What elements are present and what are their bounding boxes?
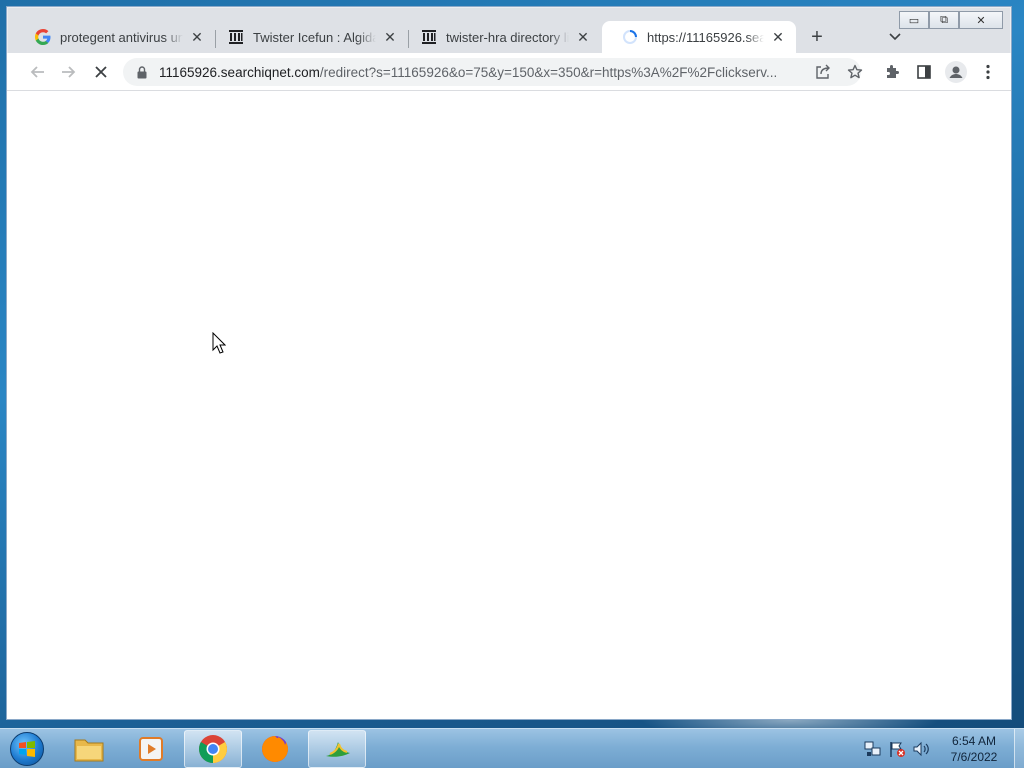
close-tab-icon[interactable]: ✕ [382,29,398,45]
folder-icon [74,739,104,762]
clock-time: 6:54 AM [951,734,997,748]
more-menu-icon[interactable] [976,60,1000,84]
museum-icon [228,29,244,45]
tab-twister-hra[interactable]: twister-hra directory list ✕ [401,21,601,53]
museum-icon [421,29,437,45]
google-icon [35,29,51,45]
side-panel-icon[interactable] [912,60,936,84]
tab-title: Twister Icefun : Algida : [253,29,376,45]
windows-logo-icon [10,732,44,766]
bookmark-star-icon[interactable] [843,60,867,84]
show-desktop-button[interactable] [1014,729,1024,768]
url-path: /redirect?s=11165926&o=75&y=150&x=350&r=… [319,64,778,80]
url-text: 11165926.searchiqnet.com/redirect?s=1116… [159,65,809,80]
share-icon[interactable] [811,60,835,84]
tab-twister-icefun[interactable]: Twister Icefun : Algida : ✕ [208,21,408,53]
tab-strip: protegent antivirus unis ✕ Twister Icefu… [7,19,1011,53]
tab-protegent[interactable]: protegent antivirus unis ✕ [15,21,215,53]
forward-arrow-icon[interactable] [57,60,81,84]
mouse-cursor-icon [212,331,227,359]
close-tab-icon[interactable]: ✕ [189,29,205,45]
stop-loading-icon[interactable] [89,60,113,84]
loading-spinner-icon [622,29,638,45]
chrome-window: ▭ ⧉ ✕ protegent antivirus unis ✕ Twister… [6,6,1012,720]
extensions-puzzle-icon[interactable] [880,60,904,84]
close-tab-icon[interactable]: ✕ [770,29,786,45]
taskbar-clock[interactable]: 6:54 AM 7/6/2022 [944,733,1004,765]
tab-title: twister-hra directory list [446,29,569,45]
chrome-icon [199,735,227,763]
taskbar-explorer[interactable] [60,730,118,768]
chevron-down-icon[interactable] [883,25,907,49]
tab-searchiqnet-active[interactable]: https://11165926.search ✕ [602,21,796,53]
start-button[interactable] [6,730,48,768]
profile-avatar-icon[interactable] [944,60,968,84]
action-center-flag-icon[interactable] [888,740,906,758]
media-player-icon [139,737,163,761]
tab-title: protegent antivirus unis [60,29,183,45]
system-tray [864,729,930,768]
taskbar-chrome[interactable] [184,730,242,768]
firefox-icon [262,736,288,762]
network-icon[interactable] [864,740,882,758]
close-tab-icon[interactable]: ✕ [575,29,591,45]
windows-taskbar: 6:54 AM 7/6/2022 [0,728,1024,768]
tab-title: https://11165926.search [647,29,764,45]
back-arrow-icon[interactable] [25,60,49,84]
browser-toolbar: 11165926.searchiqnet.com/redirect?s=1116… [7,53,1011,91]
plus-icon[interactable]: + [805,25,829,49]
taskbar-green-app[interactable] [308,730,366,768]
page-content[interactable] [7,91,1011,719]
green-bird-app-icon [326,742,350,757]
lock-icon [135,65,149,79]
taskbar-media-player[interactable] [122,730,180,768]
taskbar-firefox[interactable] [246,730,304,768]
address-bar[interactable]: 11165926.searchiqnet.com/redirect?s=1116… [123,58,863,86]
clock-date: 7/6/2022 [950,750,998,764]
volume-icon[interactable] [912,740,930,758]
url-host: 11165926.searchiqnet.com [159,64,320,80]
